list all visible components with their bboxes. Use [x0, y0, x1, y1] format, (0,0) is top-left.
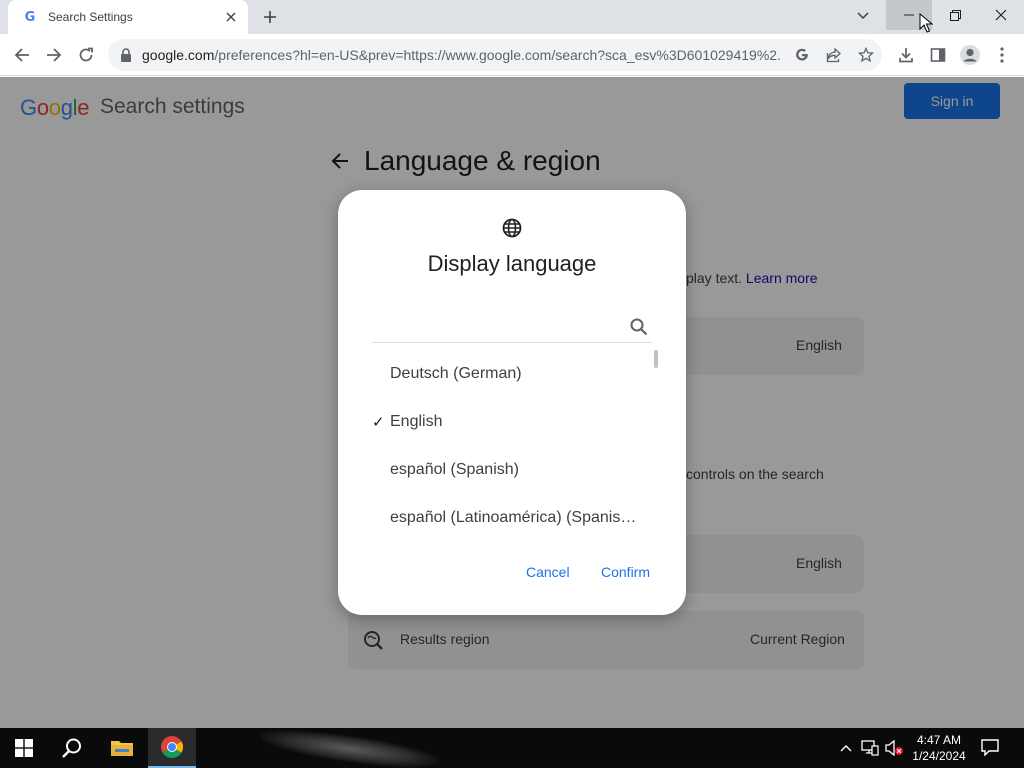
- system-clock[interactable]: 4:47 AM 1/24/2024: [904, 732, 974, 764]
- download-icon[interactable]: [894, 43, 918, 67]
- checkmark-icon: ✓: [372, 414, 385, 431]
- share-icon[interactable]: [824, 45, 844, 65]
- menu-icon[interactable]: [990, 43, 1014, 67]
- language-option-spanish[interactable]: español (Spanish): [360, 446, 652, 494]
- cancel-button[interactable]: Cancel: [526, 564, 570, 580]
- tab-search-settings[interactable]: G Search Settings: [8, 0, 248, 34]
- browser-toolbar: google.com/preferences?hl=en-US&prev=htt…: [0, 34, 1024, 76]
- google-lens-icon[interactable]: [792, 45, 812, 65]
- tab-search-chevron-icon[interactable]: [851, 4, 875, 28]
- url-host: google.com: [142, 47, 215, 63]
- lock-icon[interactable]: [120, 48, 132, 62]
- bookmark-star-icon[interactable]: [856, 45, 876, 65]
- confirm-button[interactable]: Confirm: [601, 564, 650, 580]
- notification-center-icon[interactable]: [980, 738, 1002, 758]
- side-panel-icon[interactable]: [926, 43, 950, 67]
- windows-taskbar: 4:47 AM 1/24/2024: [0, 728, 1024, 768]
- tab-title: Search Settings: [48, 10, 133, 24]
- language-list-scrollbar[interactable]: [654, 350, 658, 368]
- taskbar-search-button[interactable]: [48, 728, 96, 768]
- url-text[interactable]: google.com/preferences?hl=en-US&prev=htt…: [142, 47, 782, 63]
- url-path: /preferences?hl=en-US&prev=https://www.g…: [214, 47, 782, 63]
- back-icon[interactable]: [8, 41, 36, 69]
- folder-icon: [111, 741, 133, 756]
- mouse-cursor-icon: [919, 13, 933, 33]
- show-hidden-icons-chevron-icon[interactable]: [836, 738, 856, 758]
- language-option-german[interactable]: Deutsch (German): [360, 350, 652, 398]
- reload-icon[interactable]: [72, 41, 100, 69]
- volume-muted-icon[interactable]: [884, 738, 904, 758]
- language-label: Deutsch (German): [390, 365, 522, 382]
- language-search-input[interactable]: [372, 314, 612, 340]
- new-tab-button[interactable]: [258, 5, 282, 29]
- wallpaper-glimpse: [259, 728, 441, 768]
- start-button[interactable]: [0, 728, 48, 768]
- language-label: español (Spanish): [390, 461, 519, 478]
- globe-icon: [500, 216, 524, 240]
- windows-logo-icon: [15, 739, 33, 757]
- restore-button[interactable]: [932, 0, 978, 30]
- language-option-spanish-latam[interactable]: español (Latinoamérica) (Spanish (Latin …: [360, 494, 652, 542]
- chrome-taskbar-button[interactable]: [148, 728, 196, 768]
- language-option-english[interactable]: ✓ English: [360, 398, 652, 446]
- search-icon: [62, 738, 81, 758]
- search-icon[interactable]: [628, 316, 650, 338]
- tab-strip: G Search Settings: [0, 0, 1024, 34]
- address-bar[interactable]: google.com/preferences?hl=en-US&prev=htt…: [108, 39, 882, 71]
- close-window-button[interactable]: [978, 0, 1024, 30]
- language-list: Deutsch (German) ✓ English español (Span…: [360, 350, 652, 542]
- chrome-icon: [161, 736, 183, 758]
- clock-time: 4:47 AM: [916, 733, 962, 747]
- dialog-title: Display language: [427, 251, 597, 276]
- file-explorer-button[interactable]: [98, 728, 146, 768]
- forward-icon[interactable]: [40, 41, 68, 69]
- profile-icon[interactable]: [958, 43, 982, 67]
- google-favicon-icon: G: [24, 9, 36, 25]
- language-label: español (Latinoamérica) (Spanish (Latin …: [390, 509, 640, 526]
- display-language-dialog: Display language Deutsch (German) ✓ Engl…: [338, 190, 686, 615]
- language-search-field: [372, 310, 652, 343]
- clock-date: 1/24/2024: [912, 749, 966, 763]
- tab-close-icon[interactable]: [220, 6, 242, 28]
- language-label: English: [390, 413, 443, 430]
- network-icon[interactable]: [860, 738, 880, 758]
